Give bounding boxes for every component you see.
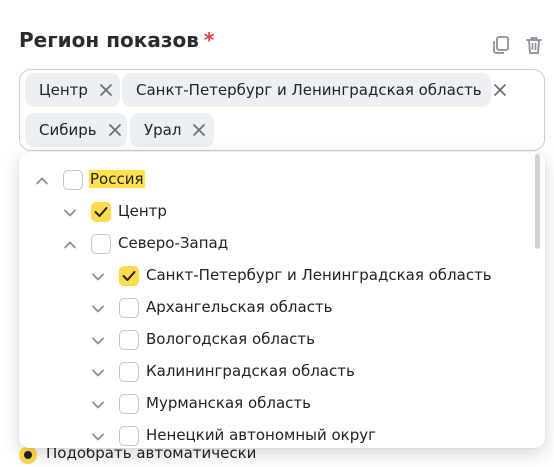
tree-item-label: Архангельская область (146, 298, 333, 316)
check-icon (94, 207, 108, 217)
tree-item-nenets[interactable]: Ненецкий автономный округ (19, 420, 529, 448)
tree-item-kaliningrad[interactable]: Калининградская область (19, 356, 529, 388)
tree-checkbox[interactable] (119, 266, 139, 286)
tree-checkbox[interactable] (119, 394, 139, 414)
tree-checkbox[interactable] (119, 362, 139, 382)
check-icon (122, 271, 136, 281)
chevron-up-icon[interactable] (63, 237, 77, 251)
tree-checkbox[interactable] (91, 202, 111, 222)
tree-item-label: Россия (89, 170, 145, 188)
tree-item-label: Центр (118, 202, 167, 220)
tree-checkbox[interactable] (119, 298, 139, 318)
region-chip: Санкт-Петербург и Ленинградская область (122, 73, 506, 107)
tree-item-center[interactable]: Центр (19, 196, 529, 228)
tree-checkbox[interactable] (119, 426, 139, 446)
auto-select-radio[interactable] (19, 446, 37, 464)
close-icon[interactable] (492, 82, 508, 98)
tree-item-vologda[interactable]: Вологодская область (19, 324, 529, 356)
trash-icon[interactable] (523, 34, 545, 56)
tree-item-spb[interactable]: Санкт-Петербург и Ленинградская область (19, 260, 529, 292)
tree-item-murmansk[interactable]: Мурманская область (19, 388, 529, 420)
required-mark: * (203, 28, 215, 52)
tree-item-russia[interactable]: Россия (19, 164, 529, 196)
chevron-down-icon[interactable] (91, 301, 105, 315)
tree-item-label: Санкт-Петербург и Ленинградская область (146, 266, 492, 284)
tree-checkbox[interactable] (91, 234, 111, 254)
copy-icon[interactable] (490, 34, 512, 56)
tree-item-label: Северо-Запад (118, 234, 229, 252)
close-icon[interactable] (107, 122, 123, 138)
chip-label: Центр (39, 81, 88, 99)
tree-item-label: Вологодская область (146, 330, 315, 348)
region-chip: Урал (130, 113, 214, 147)
region-chips-input[interactable]: Центр Санкт-Петербург и Ленинградская об… (19, 69, 545, 151)
tree-item-northwest[interactable]: Северо-Запад (19, 228, 529, 260)
region-tree-dropdown[interactable]: Россия Центр Северо-Запад Санкт-Петербур… (19, 152, 545, 448)
chip-label: Урал (144, 121, 182, 139)
tree-item-label: Мурманская область (146, 394, 311, 412)
chevron-down-icon[interactable] (91, 269, 105, 283)
chip-label: Сибирь (39, 121, 97, 139)
chevron-down-icon[interactable] (63, 205, 77, 219)
tree-checkbox[interactable] (63, 170, 83, 190)
region-chip: Сибирь (25, 113, 127, 147)
close-icon[interactable] (191, 122, 207, 138)
tree-checkbox[interactable] (119, 330, 139, 350)
tree-item-label: Калининградская область (146, 362, 355, 380)
chevron-down-icon[interactable] (91, 429, 105, 443)
tree-item-arkhangelsk[interactable]: Архангельская область (19, 292, 529, 324)
chevron-up-icon[interactable] (35, 173, 49, 187)
close-icon[interactable] (98, 82, 114, 98)
field-label: Регион показов * (19, 28, 214, 52)
chevron-down-icon[interactable] (91, 333, 105, 347)
tree-item-label: Ненецкий автономный округ (146, 426, 377, 444)
chevron-down-icon[interactable] (91, 365, 105, 379)
field-label-text: Регион показов (19, 28, 199, 52)
scrollbar-thumb[interactable] (535, 154, 540, 249)
chip-label: Санкт-Петербург и Ленинградская область (136, 81, 482, 99)
chevron-down-icon[interactable] (91, 397, 105, 411)
region-chip: Центр (25, 73, 120, 107)
